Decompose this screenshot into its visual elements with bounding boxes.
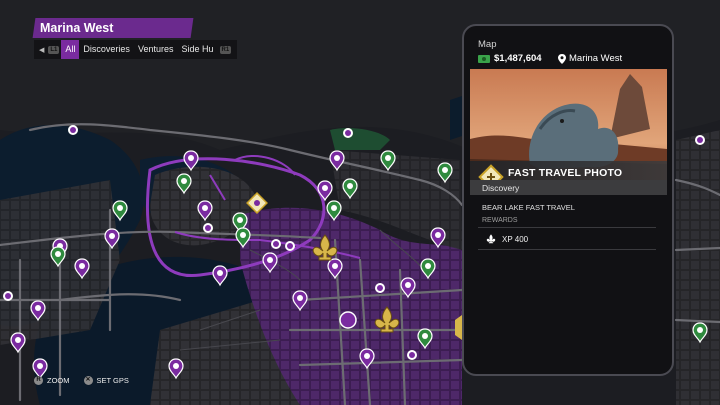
discovery-description: BEAR LAKE FAST TRAVEL <box>482 203 575 212</box>
zoom-hint[interactable]: R ZOOM <box>34 376 70 385</box>
control-hints: R ZOOM ✕ SET GPS <box>34 376 129 385</box>
discovery-category: Discovery <box>482 183 520 193</box>
discovery-name: FAST TRAVEL PHOTO <box>508 167 623 179</box>
reward-xp: XP 400 <box>502 234 529 244</box>
reward-row: XP 400 <box>486 234 528 244</box>
tab-ventures[interactable]: Ventures <box>134 40 178 59</box>
cross-button-icon: ✕ <box>83 376 93 385</box>
zoom-label: ZOOM <box>47 376 70 385</box>
location-pin-icon <box>558 53 566 64</box>
map-filter-bar: ◀ L1 All Discoveries Ventures Side Hu R1… <box>34 40 237 59</box>
panel-title: Map <box>478 39 497 50</box>
arrow-left-icon: ◀ <box>39 46 45 54</box>
divider <box>478 249 656 250</box>
r-stick-icon: R <box>34 376 43 385</box>
region-name: Marina West <box>40 21 114 35</box>
collectible-icon[interactable] <box>339 311 357 329</box>
filter-prev-button[interactable]: L1 <box>48 45 60 54</box>
divider <box>478 227 656 228</box>
set-gps-hint[interactable]: ✕ SET GPS <box>83 376 129 385</box>
tab-side-hustles[interactable]: Side Hu <box>177 40 217 59</box>
rewards-label: REWARDS <box>482 217 518 224</box>
gps-label: SET GPS <box>96 376 129 385</box>
tab-discoveries[interactable]: Discoveries <box>79 40 134 59</box>
tab-all[interactable]: All <box>61 40 80 59</box>
money-value: $1,487,604 <box>494 53 542 64</box>
fleur-de-lis-icon <box>486 234 496 244</box>
filter-next-button[interactable]: R1 <box>219 45 232 54</box>
location-display: Marina West <box>558 53 622 64</box>
region-title-banner: Marina West <box>32 18 194 38</box>
location-name: Marina West <box>569 53 623 64</box>
cash-icon <box>478 54 490 63</box>
money-display: $1,487,604 <box>478 53 542 64</box>
arrow-right-icon: ▶ <box>233 46 237 54</box>
phone-info-panel: Map $1,487,604 Marina West FAST TRAVEL P… <box>462 24 674 376</box>
